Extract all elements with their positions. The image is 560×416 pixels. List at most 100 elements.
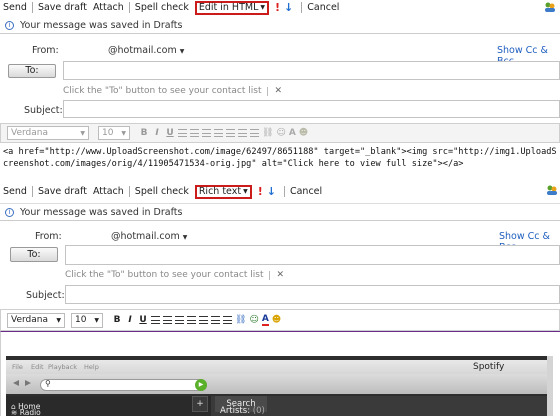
low-importance-icon[interactable]: ↓ — [284, 1, 293, 14]
divider — [128, 186, 130, 197]
spotify-artists-heading: Artists: (0) — [220, 406, 265, 416]
chevron-down-icon: ▼ — [179, 48, 185, 55]
low-importance-icon[interactable]: ↓ — [267, 185, 276, 198]
from-account-select[interactable]: @hotmail.com ▼ — [111, 231, 187, 242]
to-input[interactable] — [65, 245, 560, 265]
from-account-select[interactable]: @hotmail.com ▼ — [108, 45, 184, 56]
spotify-menu-file[interactable]: File — [12, 363, 23, 371]
numbered-list-icon[interactable] — [199, 316, 208, 324]
save-draft-button[interactable]: Save draft — [35, 186, 90, 197]
font-color-icon[interactable]: A — [261, 314, 269, 326]
chevron-down-icon: ▼ — [121, 129, 126, 137]
link-icon[interactable]: ⛓ — [235, 315, 246, 325]
play-icon[interactable]: ▶ — [195, 379, 207, 391]
bold-icon[interactable]: B — [139, 128, 149, 138]
italic-icon[interactable]: I — [152, 128, 162, 138]
chevron-down-icon: ▼ — [243, 188, 248, 195]
attach-button[interactable]: Attach — [90, 2, 127, 13]
subject-input[interactable] — [65, 285, 560, 304]
divider — [283, 186, 285, 197]
artists-count: (0) — [252, 406, 265, 416]
to-button[interactable]: To: — [8, 64, 56, 78]
bullet-list-icon[interactable] — [187, 316, 196, 324]
format-toolbar-top: Verdana ▼ 10 ▼ B I U ⛓ ☺ A ☻ — [0, 123, 560, 143]
spell-check-button[interactable]: Spell check — [132, 2, 192, 13]
outdent-icon[interactable] — [238, 129, 247, 137]
emoticon-icon[interactable]: ☺ — [276, 128, 285, 138]
spotify-menu-edit[interactable]: Edit — [31, 363, 44, 371]
subject-label: Subject: — [24, 105, 63, 116]
saved-notice-bottom: i Your message was saved in Drafts — [0, 203, 560, 221]
cancel-button[interactable]: Cancel — [287, 186, 325, 197]
from-label: From: — [32, 45, 59, 56]
saved-notice-text: Your message was saved in Drafts — [20, 206, 183, 218]
format-toolbar-bottom: Verdana ▼ 10 ▼ B I U ⛓ ☺ A ☻ — [0, 309, 560, 331]
spotify-nav-label: Radio — [19, 408, 41, 416]
font-size-select[interactable]: 10 ▼ — [71, 312, 103, 328]
chevron-down-icon: ▼ — [94, 316, 99, 324]
underline-icon[interactable]: U — [138, 315, 148, 325]
spotify-menu-help[interactable]: Help — [84, 363, 99, 371]
spotify-sidebar-item-radio[interactable]: ≋ Radio — [11, 408, 41, 416]
outdent-icon[interactable] — [211, 316, 220, 324]
font-family-select[interactable]: Verdana ▼ — [7, 126, 89, 140]
to-button[interactable]: To: — [10, 247, 58, 262]
link-icon[interactable]: ⛓ — [262, 128, 273, 138]
close-icon[interactable]: ✕ — [276, 270, 284, 280]
from-account-value: @hotmail.com — [108, 45, 177, 56]
smiley-icon[interactable]: ☻ — [272, 315, 281, 325]
align-right-icon[interactable] — [175, 316, 184, 324]
high-importance-icon[interactable]: ! — [258, 185, 263, 198]
send-button[interactable]: Send — [0, 2, 30, 13]
font-size-value: 10 — [102, 128, 114, 138]
indent-icon[interactable] — [250, 129, 259, 137]
divider — [269, 270, 271, 280]
smiley-icon[interactable]: ☻ — [299, 128, 308, 138]
cancel-button[interactable]: Cancel — [304, 2, 342, 13]
spotify-title: Spotify — [473, 362, 505, 372]
save-draft-button[interactable]: Save draft — [35, 2, 90, 13]
font-family-select[interactable]: Verdana ▼ — [7, 312, 65, 328]
send-button[interactable]: Send — [0, 186, 30, 197]
font-color-icon[interactable]: A — [289, 128, 296, 138]
edit-mode-dropdown[interactable]: Edit in HTML ▼ — [194, 0, 269, 15]
indent-icon[interactable] — [223, 316, 232, 324]
messenger-icon[interactable] — [544, 2, 556, 13]
contact-hint: Click the "To" button to see your contac… — [63, 86, 282, 96]
underline-icon[interactable]: U — [165, 128, 175, 138]
numbered-list-icon[interactable] — [226, 129, 235, 137]
divider — [31, 186, 33, 197]
spell-check-button[interactable]: Spell check — [132, 186, 192, 197]
from-account-value: @hotmail.com — [111, 231, 180, 242]
subject-input[interactable] — [63, 100, 560, 118]
align-left-icon[interactable] — [178, 129, 187, 137]
spotify-search-input[interactable]: ⚲ ▶ — [40, 379, 207, 391]
radio-icon: ≋ — [11, 408, 18, 416]
info-icon: i — [5, 207, 14, 217]
attach-button[interactable]: Attach — [90, 186, 127, 197]
html-source-editor[interactable]: <a href="http://www.UploadScreenshot.com… — [3, 147, 557, 181]
high-importance-icon[interactable]: ! — [275, 1, 280, 14]
align-center-icon[interactable] — [190, 129, 199, 137]
emoticon-icon[interactable]: ☺ — [249, 315, 258, 325]
bold-icon[interactable]: B — [112, 315, 122, 325]
to-input[interactable] — [63, 61, 560, 80]
align-left-icon[interactable] — [151, 316, 160, 324]
align-right-icon[interactable] — [202, 129, 211, 137]
bullet-list-icon[interactable] — [214, 129, 223, 137]
align-center-icon[interactable] — [163, 316, 172, 324]
close-icon[interactable]: ✕ — [274, 86, 282, 96]
italic-icon[interactable]: I — [125, 315, 135, 325]
font-size-select[interactable]: 10 ▼ — [98, 126, 130, 140]
spotify-scrollbar[interactable] — [547, 356, 553, 416]
spotify-add-button[interactable]: + — [192, 396, 208, 412]
artists-label: Artists: — [220, 406, 251, 416]
contact-hint: Click the "To" button to see your contac… — [65, 270, 284, 280]
from-label: From: — [35, 231, 62, 242]
subject-label: Subject: — [26, 290, 65, 301]
spotify-menu-playback[interactable]: Playback — [48, 363, 77, 371]
edit-mode-dropdown[interactable]: Rich text ▼ — [194, 184, 252, 199]
search-icon: ⚲ — [45, 379, 51, 388]
contact-hint-text: Click the "To" button to see your contac… — [63, 86, 262, 96]
messenger-icon[interactable] — [546, 185, 558, 196]
